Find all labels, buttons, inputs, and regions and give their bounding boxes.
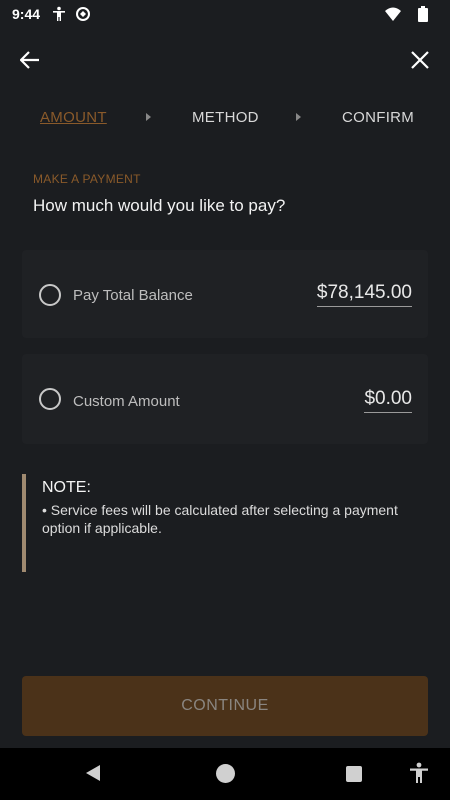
status-bar: 9:44	[0, 0, 450, 28]
system-nav-bar	[0, 748, 450, 800]
status-time: 9:44	[12, 6, 41, 22]
close-button[interactable]	[404, 44, 436, 76]
nav-home-icon[interactable]	[216, 764, 235, 783]
note-body: • Service fees will be calculated after …	[42, 502, 398, 536]
step-arrow-icon	[146, 113, 151, 121]
note-title: NOTE:	[42, 479, 91, 496]
custom-amount-input[interactable]: $0.00	[364, 388, 412, 413]
radio-button[interactable]	[39, 388, 61, 410]
accessibility-icon	[50, 5, 68, 23]
note-box: NOTE: • Service fees will be calculated …	[22, 474, 428, 572]
payment-stepper: AMOUNT METHOD CONFIRM	[0, 106, 450, 130]
accessibility-shortcut-icon[interactable]	[408, 761, 430, 785]
close-icon	[411, 51, 429, 69]
option-custom-amount[interactable]: Custom Amount $0.00	[22, 354, 428, 444]
arrow-left-icon	[20, 51, 39, 69]
nav-back-icon[interactable]	[86, 765, 100, 781]
top-bar	[0, 36, 450, 80]
status-right	[384, 5, 438, 23]
option-amount: $78,145.00	[316, 282, 412, 307]
step-amount[interactable]: AMOUNT	[40, 109, 107, 126]
continue-button[interactable]: CONTINUE	[22, 676, 428, 736]
nav-recents-icon[interactable]	[346, 766, 362, 782]
radio-button[interactable]	[39, 284, 61, 306]
option-pay-total-balance[interactable]: Pay Total Balance $78,145.00	[22, 250, 428, 338]
section-eyebrow: MAKE A PAYMENT	[33, 172, 141, 186]
wifi-icon	[384, 5, 402, 23]
page-question: How much would you like to pay?	[33, 196, 286, 215]
option-label: Custom Amount	[73, 393, 180, 410]
step-confirm[interactable]: CONFIRM	[342, 109, 414, 126]
back-button[interactable]	[14, 44, 46, 76]
option-label: Pay Total Balance	[73, 287, 193, 304]
step-method[interactable]: METHOD	[192, 109, 259, 126]
sync-icon	[74, 5, 92, 23]
step-arrow-icon	[296, 113, 301, 121]
battery-icon	[414, 5, 432, 23]
